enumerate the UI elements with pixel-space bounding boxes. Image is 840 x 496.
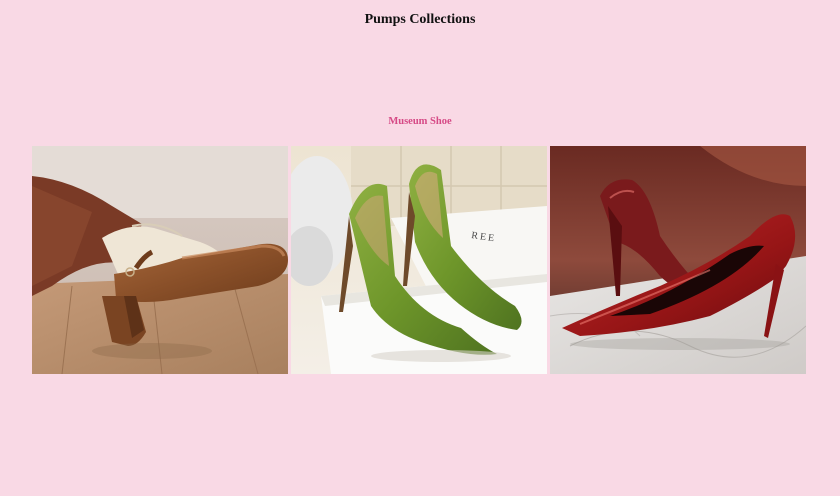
section-label: Museum Shoe (388, 116, 452, 127)
page-title: Pumps Collections (364, 12, 476, 27)
red-patent-pump-image[interactable] (550, 146, 806, 374)
green-satin-pump-image[interactable]: REE (291, 146, 547, 374)
brown-mary-jane-pump-image[interactable] (32, 146, 288, 374)
product-card[interactable]: REE (291, 146, 547, 374)
product-card[interactable] (550, 146, 806, 374)
product-gallery: REE (32, 146, 806, 374)
product-card[interactable] (32, 146, 288, 374)
page: Pumps Collections Museum Shoe REE (0, 0, 840, 496)
